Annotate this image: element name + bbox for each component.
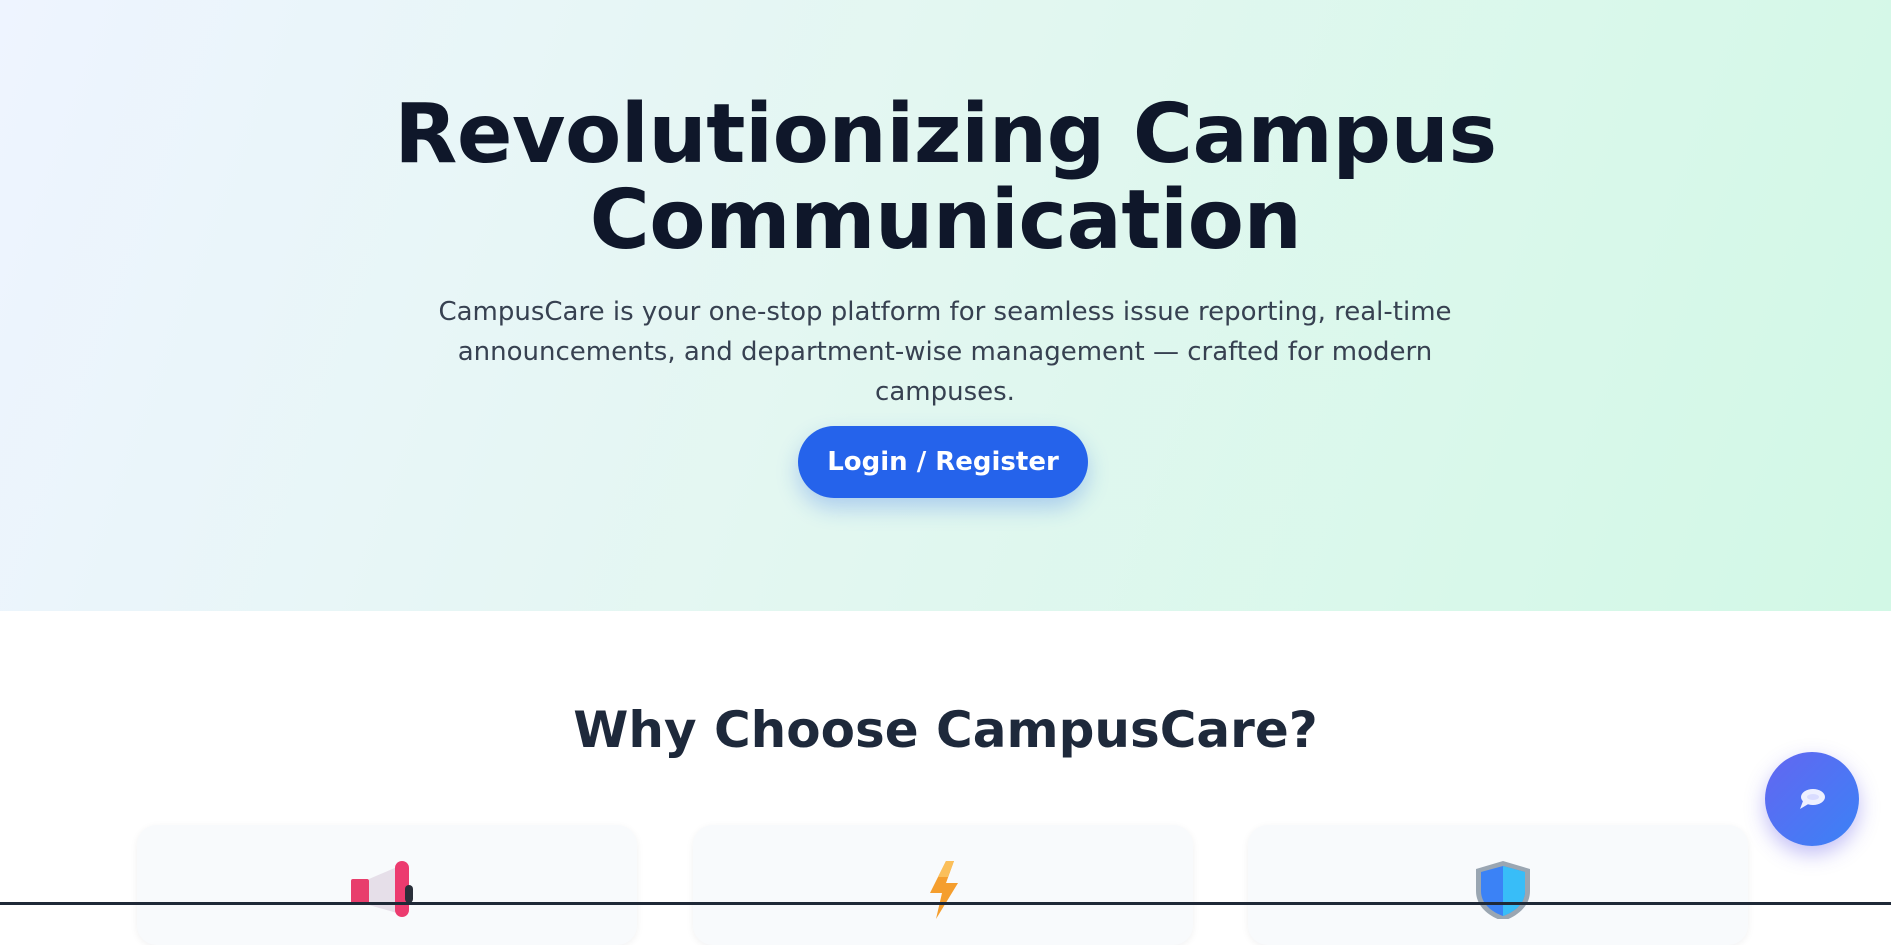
hero-subtitle-line-2: announcements, and department-wise manag… [457,337,1433,407]
chat-bubble-icon [1800,789,1825,809]
feature-card-announcements [137,825,637,945]
hero-section: Revolutionizing Campus Communication Cam… [0,0,1891,611]
lightning-icon [930,861,958,919]
hero-title: Revolutionizing Campus Communication [0,92,1891,264]
feature-card-speed [693,825,1193,945]
feature-card-security [1248,825,1748,945]
megaphone-icon [351,861,413,917]
hero-title-line-2: Communication [589,173,1302,268]
login-register-button[interactable]: Login / Register [798,426,1088,498]
shield-icon [1476,861,1530,919]
chat-widget-button[interactable] [1765,752,1859,846]
features-title: Why Choose CampusCare? [573,701,1318,759]
hero-title-line-1: Revolutionizing Campus [394,87,1497,182]
hero-subtitle-line-1: CampusCare is your one-stop platform for… [438,297,1452,327]
hero-subtitle: CampusCare is your one-stop platform for… [395,292,1495,412]
